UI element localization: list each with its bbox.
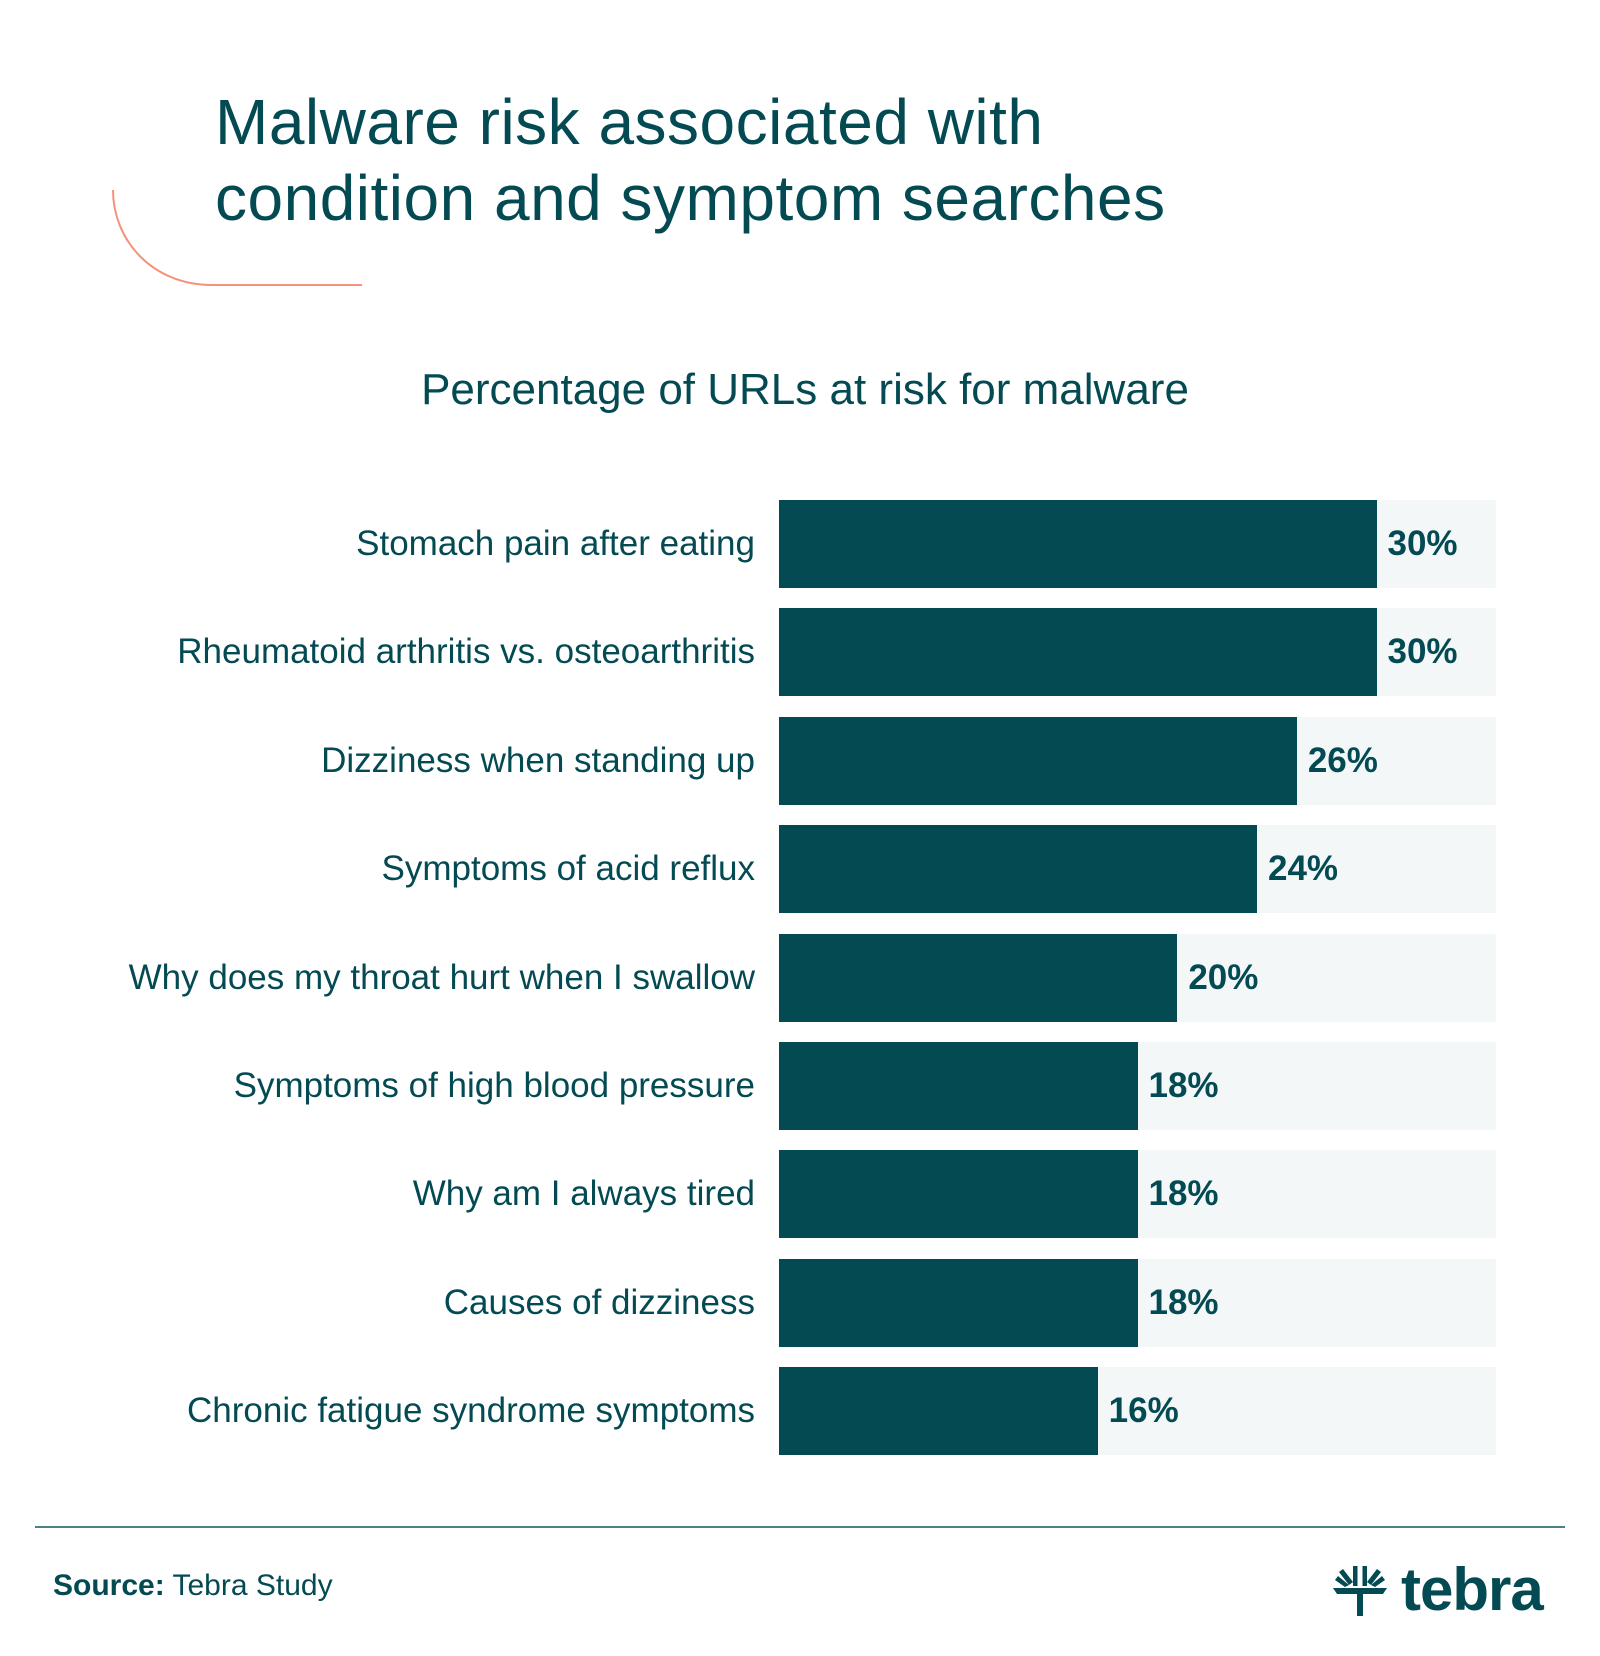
- value-label: 30%: [1387, 524, 1458, 563]
- bar-chart: Stomach pain after eating 30% Rheumatoid a…: [0, 0, 1600, 1500]
- value-label: 16%: [1108, 1391, 1179, 1431]
- source-note: Source: Tebra Study: [53, 1568, 333, 1604]
- tebra-tree-icon: [1333, 1566, 1387, 1616]
- bar: [779, 1150, 1138, 1239]
- source-label: Source:: [53, 1569, 165, 1602]
- category-label: Rheumatoid arthritis vs. osteoarthritis: [177, 632, 755, 672]
- category-label: Causes of dizziness: [443, 1282, 755, 1322]
- source-value: Tebra Study: [172, 1569, 333, 1602]
- category-label: Symptoms of acid reflux: [381, 849, 755, 889]
- footer-divider: [35, 1526, 1565, 1528]
- bar: [779, 716, 1297, 805]
- category-label: Why am I always tired: [412, 1174, 755, 1214]
- bar: [779, 933, 1178, 1022]
- category-label: Dizziness when standing up: [321, 740, 755, 780]
- value-label: 24%: [1268, 849, 1339, 889]
- category-label: Stomach pain after eating: [356, 524, 755, 563]
- category-label: Chronic fatigue syndrome symptoms: [187, 1391, 755, 1431]
- value-label: 18%: [1148, 1282, 1219, 1322]
- logo-text: tebra: [1401, 1556, 1544, 1623]
- bar: [779, 1258, 1138, 1347]
- tebra-logo: tebra: [1333, 1556, 1544, 1623]
- value-label: 30%: [1387, 632, 1458, 672]
- bar: [779, 825, 1257, 914]
- category-label: Why does my throat hurt when I swallow: [128, 957, 755, 997]
- bar: [779, 1367, 1098, 1456]
- bar: [779, 1042, 1138, 1130]
- value-label: 20%: [1188, 957, 1259, 997]
- category-label: Symptoms of high blood pressure: [233, 1066, 755, 1105]
- value-label: 18%: [1148, 1066, 1219, 1105]
- value-label: 18%: [1148, 1174, 1219, 1214]
- bar: [779, 608, 1377, 697]
- value-label: 26%: [1307, 740, 1378, 780]
- bar: [779, 500, 1377, 588]
